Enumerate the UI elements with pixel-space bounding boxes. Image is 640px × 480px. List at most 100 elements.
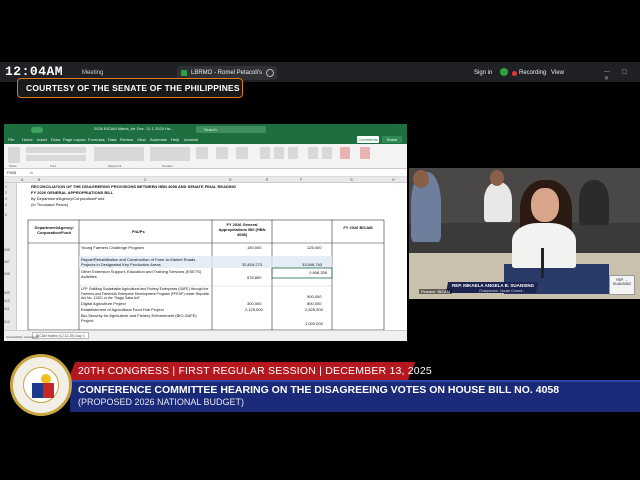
video-frame: 12:04AM Meeting LBRMO - Romel Petacoli's… xyxy=(0,0,640,480)
column-header[interactable]: F xyxy=(300,178,302,182)
column-header[interactable]: C xyxy=(144,178,147,182)
file-name: 2026 BICAM Matrix_for Dec. 12 1 2025 Ha.… xyxy=(94,126,174,131)
table-cell-gab[interactable]: 32,819,273 xyxy=(242,262,262,267)
format-cells-button[interactable] xyxy=(288,147,298,159)
shield-red xyxy=(43,383,54,398)
sheet-tab[interactable]: BICAM Matrix (12.12.25) Day 3 xyxy=(32,332,89,339)
font-selector[interactable] xyxy=(26,147,86,153)
insert-cells-button[interactable] xyxy=(260,147,270,159)
format-as-table-button[interactable] xyxy=(216,147,228,159)
tab-draw[interactable]: Draw xyxy=(51,137,60,142)
table-cell-bicam[interactable]: 1,000,000 xyxy=(305,321,323,326)
window-controls[interactable]: — ▢ ✕ xyxy=(604,68,640,82)
tab-file[interactable]: File xyxy=(8,137,14,142)
table-cell-gab[interactable]: 150,000 xyxy=(247,245,261,250)
row-number[interactable]: 609 xyxy=(4,291,10,295)
tab-review[interactable]: Review xyxy=(120,137,133,142)
headline-band-stripe xyxy=(70,380,640,382)
row-number[interactable]: 608 xyxy=(4,272,10,276)
camera-tag: Finance: BICAM xyxy=(419,289,453,294)
grid-lines xyxy=(27,219,385,330)
column-header[interactable]: E xyxy=(266,178,268,182)
row-number[interactable]: 606 xyxy=(4,248,10,252)
table-cell-gab[interactable]: 578,800 xyxy=(247,275,261,280)
name-box[interactable]: F608 xyxy=(7,170,16,175)
row-number[interactable]: 610 xyxy=(4,299,10,303)
sign-in-button[interactable]: Sign in xyxy=(474,70,492,76)
table-cell-pap[interactable]: Digital Agriculture Project xyxy=(81,301,126,306)
share-button[interactable]: Share xyxy=(382,136,402,143)
tab-insert[interactable]: Insert xyxy=(37,137,47,142)
header-bicam: FY 2026 BICAM xyxy=(343,225,373,230)
tab-acrobat[interactable]: Acrobat xyxy=(184,137,198,142)
header-paps: P/A/Ps xyxy=(132,229,145,234)
spreadsheet-grid[interactable]: RECONCILIATION OF THE DISAGREEING PROVIS… xyxy=(17,183,407,330)
table-cell-bicam[interactable]: 800,000 xyxy=(307,301,321,306)
table-cell-bicam[interactable]: 2,825,000 xyxy=(305,307,323,312)
table-cell-pap[interactable]: Bio-Security for Agriculture and Fishery… xyxy=(81,313,209,323)
table-cell-pap[interactable]: Other Extension Support, Education and T… xyxy=(81,269,211,279)
autosave-toggle[interactable] xyxy=(31,127,43,133)
recording-indicator: Recording xyxy=(512,70,546,76)
column-header[interactable]: G xyxy=(350,178,353,182)
cell-styles-button[interactable] xyxy=(236,147,248,159)
tab-data[interactable]: Data xyxy=(108,137,116,142)
accessibility-status[interactable]: Accessibility: Investigate xyxy=(6,335,39,339)
comments-button[interactable]: Comments xyxy=(357,136,379,143)
number-format[interactable] xyxy=(150,147,190,161)
sheet-subtitle: FY 2026 GENERAL APPROPRIATIONS BILL xyxy=(31,190,114,195)
background-person-head xyxy=(490,170,504,186)
sort-filter-button[interactable] xyxy=(308,147,318,159)
row-number[interactable]: 612 xyxy=(4,320,10,324)
sheet-units: (In Thousand Pesos) xyxy=(31,202,69,207)
tab-page-layout[interactable]: Page Layout xyxy=(63,137,85,142)
shield-icon xyxy=(500,68,508,76)
shield-blue xyxy=(32,383,43,398)
formula-bar[interactable]: F608 fx xyxy=(4,169,407,177)
table-cell-pap[interactable]: Repair/Rehabilitation and Construction o… xyxy=(81,257,209,267)
column-header[interactable]: H xyxy=(392,178,395,182)
alignment-buttons[interactable] xyxy=(94,147,144,161)
camera-feed: REP. ... SUANSING REP. MIKAELA ANGELA B.… xyxy=(409,168,640,299)
senate-seal-logo xyxy=(10,354,72,416)
tab-home[interactable]: Home xyxy=(22,137,33,142)
name-card-text: REP. ... SUANSING xyxy=(612,278,632,286)
column-header[interactable]: A xyxy=(21,178,23,182)
paste-label: Paste xyxy=(9,164,17,168)
share-icon xyxy=(181,70,187,76)
font-format-buttons[interactable] xyxy=(26,155,86,161)
tab-automate[interactable]: Automate xyxy=(150,137,167,142)
table-cell-gab[interactable]: 300,000 xyxy=(247,301,261,306)
column-header[interactable]: D xyxy=(229,178,232,182)
table-cell-pap[interactable]: Establishment of Agricultural Food Hub P… xyxy=(81,307,164,312)
table-cell-pap[interactable]: Young Farmers Challenge Program xyxy=(81,245,144,250)
table-cell-gab[interactable]: 2,125,000 xyxy=(245,307,263,312)
table-cell-bicam[interactable]: 0 808,339 xyxy=(307,270,327,275)
view-menu-button[interactable]: View xyxy=(551,70,564,76)
row-number[interactable]: 607 xyxy=(4,260,10,264)
conditional-formatting-button[interactable] xyxy=(196,147,208,159)
create-pdf-button[interactable] xyxy=(340,147,350,159)
find-select-button[interactable] xyxy=(322,147,332,159)
stop-share-icon[interactable] xyxy=(266,69,274,77)
sheet-title: RECONCILIATION OF THE DISAGREEING PROVIS… xyxy=(31,184,236,189)
paste-button[interactable] xyxy=(8,147,20,163)
table-cell-pap[interactable]: LFP: Building Sustainable Agricultural a… xyxy=(81,287,211,301)
column-header[interactable]: B xyxy=(38,178,40,182)
table-cell-bicam[interactable]: 125,000 xyxy=(307,245,321,250)
tab-view[interactable]: View xyxy=(137,137,146,142)
create-pdf-share-button[interactable] xyxy=(360,147,370,159)
background-person-head xyxy=(413,170,429,188)
table-cell-bicam[interactable]: 500,000 xyxy=(307,294,321,299)
row-number[interactable]: 611 xyxy=(4,307,10,311)
tab-formulas[interactable]: Formulas xyxy=(88,137,105,142)
speaker xyxy=(512,223,576,268)
excel-titlebar: 2026 BICAM Matrix_for Dec. 12 1 2025 Ha.… xyxy=(4,124,407,135)
status-bar: BICAM Matrix (12.12.25) Day 3 Accessibil… xyxy=(4,330,407,341)
table-cell-bicam[interactable]: 33,508,763 xyxy=(302,262,322,267)
search-input[interactable]: Search xyxy=(196,126,266,133)
microphone xyxy=(541,248,544,278)
tab-help[interactable]: Help xyxy=(171,137,179,142)
number-label: Number xyxy=(162,164,173,168)
delete-cells-button[interactable] xyxy=(274,147,284,159)
